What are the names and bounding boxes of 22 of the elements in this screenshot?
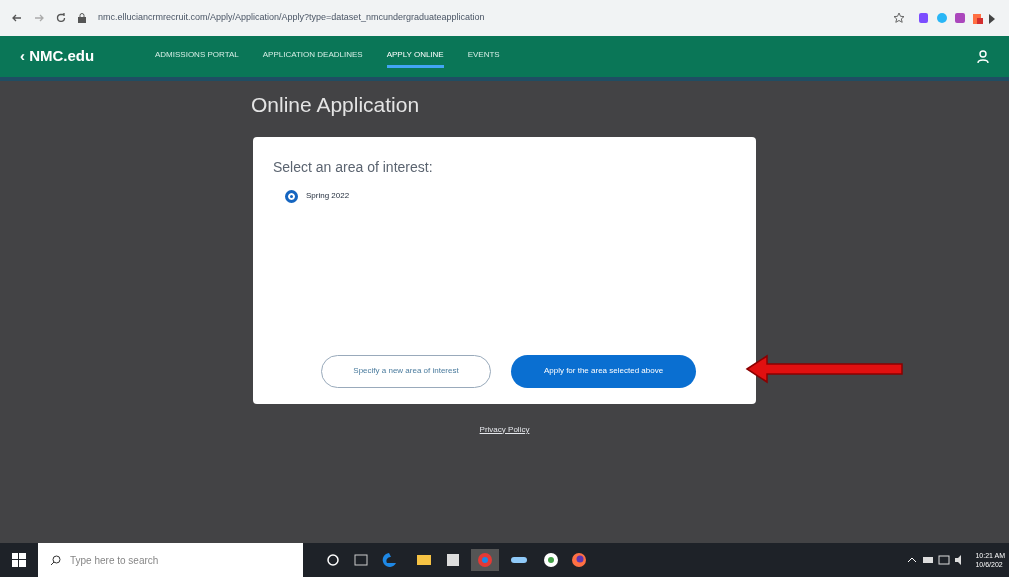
specify-area-button[interactable]: Specify a new area of interest [321, 354, 491, 388]
prompt-text: Select an area of interest: [273, 157, 434, 177]
address-bar[interactable]: nmc.elluciancrmrecruit.com/Apply/Application/Apply?type=dataset_nmcundergraduateapplication [98, 11, 881, 25]
lock-icon [78, 13, 86, 23]
nav-link[interactable]: APPLY ONLINE [386, 45, 444, 68]
page-title: Online Application [251, 92, 421, 118]
taskbar-search-field[interactable]: Type here to search [38, 543, 303, 577]
nav-link[interactable]: EVENTS [467, 45, 500, 68]
nav-link[interactable]: ADMISSIONS PORTAL [155, 45, 239, 68]
apply-button[interactable]: Apply for the area selected above [511, 354, 696, 388]
reload-icon[interactable] [56, 13, 66, 23]
nav-link[interactable]: APPLICATION DEADLINES [262, 45, 363, 68]
privacy-policy-link[interactable]: Privacy Policy [479, 423, 530, 436]
extension-icons-drawing[interactable] [917, 11, 997, 25]
windows-start-icon[interactable] [12, 553, 26, 567]
user-icon[interactable] [977, 49, 989, 64]
search-icon [50, 555, 61, 566]
back-icon[interactable] [12, 13, 22, 23]
star-icon[interactable] [893, 12, 905, 24]
option-label: Spring 2022 [306, 190, 350, 202]
site-logo[interactable]: ‹ NMC.edu [20, 45, 155, 68]
radio-button[interactable] [285, 189, 298, 203]
